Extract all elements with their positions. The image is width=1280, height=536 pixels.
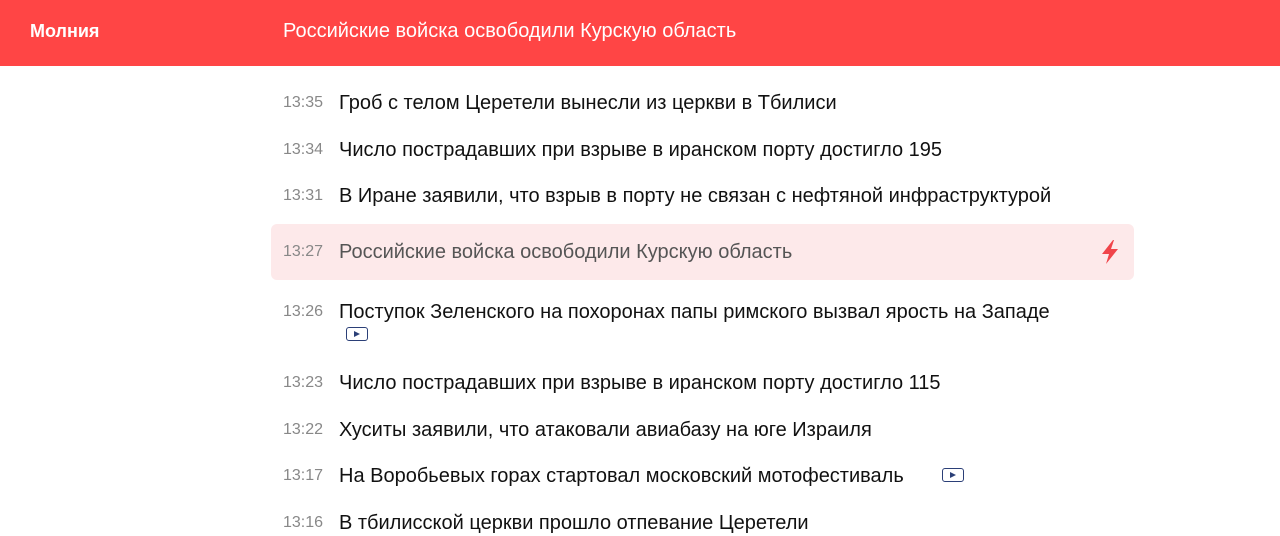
news-title[interactable]: Гроб с телом Церетели вынесли из церкви … — [339, 90, 1094, 116]
news-item[interactable]: 13:34 Число пострадавших при взрыве в ир… — [271, 137, 1134, 163]
news-time: 13:34 — [283, 141, 324, 158]
news-time: 13:23 — [283, 374, 324, 391]
news-title[interactable]: Число пострадавших при взрыве в иранском… — [339, 137, 1094, 163]
news-title[interactable]: Поступок Зеленского на похоронах папы ри… — [339, 299, 1094, 325]
news-time: 13:26 — [283, 303, 324, 320]
news-time: 13:27 — [283, 243, 324, 260]
news-item[interactable]: 13:26 Поступок Зеленского на похоронах п… — [271, 299, 1134, 347]
news-item[interactable]: 13:31 В Иране заявили, что взрыв в порту… — [271, 183, 1134, 209]
news-title[interactable]: Число пострадавших при взрыве в иранском… — [339, 370, 1094, 396]
news-title[interactable]: В тбилисской церкви прошло отпевание Цер… — [339, 510, 1094, 536]
lightning-icon — [1102, 240, 1118, 264]
news-title[interactable]: В Иране заявили, что взрыв в порту не св… — [339, 183, 1094, 209]
news-item[interactable]: 13:23 Число пострадавших при взрыве в ир… — [271, 370, 1134, 396]
video-icon — [346, 327, 368, 341]
news-item-breaking[interactable]: 13:27 Российские войска освободили Курск… — [271, 224, 1134, 280]
news-time: 13:31 — [283, 187, 324, 204]
news-time: 13:22 — [283, 421, 324, 438]
news-time: 13:16 — [283, 514, 324, 531]
news-title[interactable]: Российские войска освободили Курскую обл… — [339, 239, 1094, 265]
news-time: 13:35 — [283, 94, 324, 111]
news-feed: 13:35 Гроб с телом Церетели вынесли из ц… — [0, 0, 1280, 536]
video-icon — [942, 468, 964, 482]
news-title[interactable]: На Воробьевых горах стартовал московский… — [339, 463, 1094, 489]
news-item[interactable]: 13:35 Гроб с телом Церетели вынесли из ц… — [271, 90, 1134, 116]
news-item[interactable]: 13:22 Хуситы заявили, что атаковали авиа… — [271, 417, 1134, 443]
news-title[interactable]: Хуситы заявили, что атаковали авиабазу н… — [339, 417, 1094, 443]
news-item[interactable]: 13:17 На Воробьевых горах стартовал моск… — [271, 463, 1134, 489]
news-time: 13:17 — [283, 467, 324, 484]
news-item[interactable]: 13:16 В тбилисской церкви прошло отпеван… — [271, 510, 1134, 536]
